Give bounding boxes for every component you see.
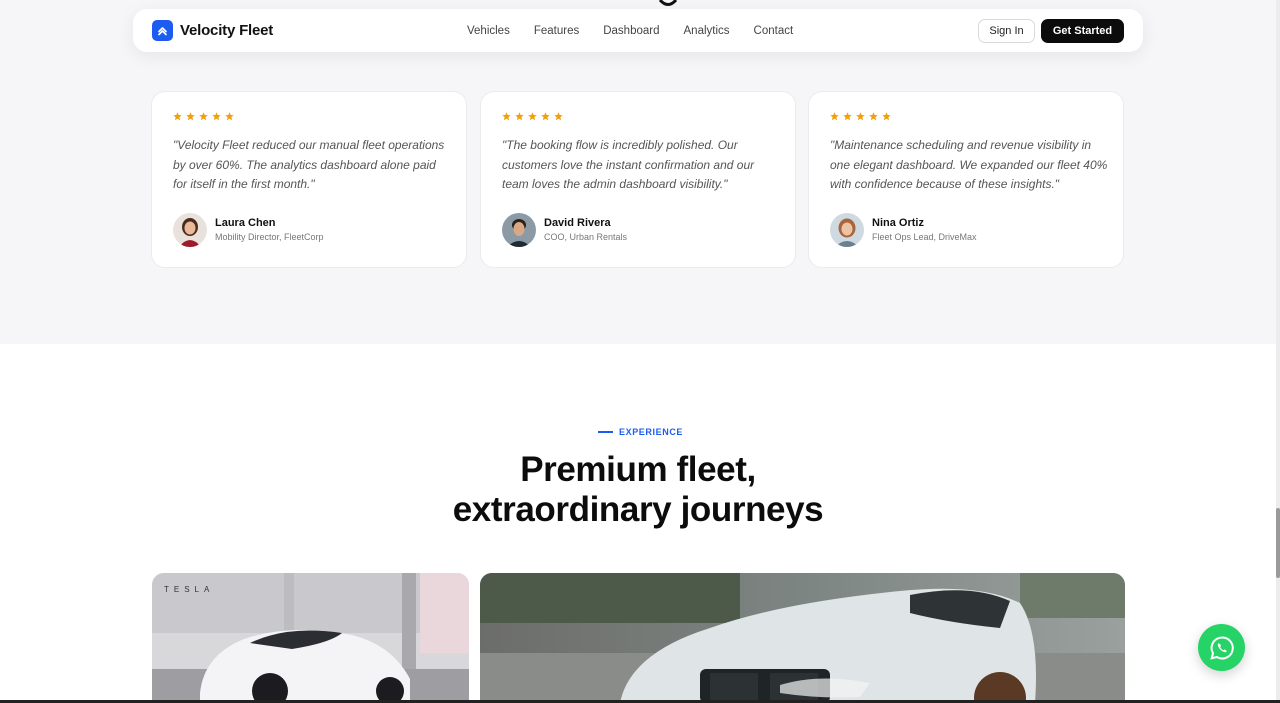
person-role: Mobility Director, FleetCorp (215, 232, 324, 242)
person-role: Fleet Ops Lead, DriveMax (872, 232, 977, 242)
eyebrow-label: EXPERIENCE (619, 427, 684, 437)
star-icon (541, 112, 550, 121)
star-icon (502, 112, 511, 121)
avatar (830, 213, 864, 247)
testimonial-quote: "Velocity Fleet reduced our manual fleet… (173, 138, 445, 192)
nav-link-dashboard[interactable]: Dashboard (603, 25, 659, 37)
testimonial-card: "Velocity Fleet reduced our manual fleet… (151, 91, 467, 268)
gallery-photo-white-sports-car[interactable]: TESLA (152, 573, 469, 703)
nav-links: Vehicles Features Dashboard Analytics Co… (467, 9, 817, 52)
person-role: COO, Urban Rentals (544, 232, 628, 242)
headline-line-1: Premium fleet, (520, 450, 756, 489)
scroll-hint-icon (658, 0, 678, 6)
star-icon (199, 112, 208, 121)
star-icon (843, 112, 852, 121)
scrollbar-track[interactable] (1276, 0, 1280, 703)
testimonial-quote: "The booking flow is incredibly polished… (502, 138, 755, 192)
star-icon (882, 112, 891, 121)
testimonial-quote: "Maintenance scheduling and revenue visi… (830, 138, 1108, 192)
person-name: Laura Chen (215, 217, 276, 229)
scrollbar-thumb[interactable] (1276, 508, 1280, 578)
section-title: Premium fleet, extraordinary journeys (340, 450, 936, 530)
nav-link-contact[interactable]: Contact (754, 25, 794, 37)
nav-link-analytics[interactable]: Analytics (684, 25, 730, 37)
star-icon (869, 112, 878, 121)
star-icon (225, 112, 234, 121)
whatsapp-chat-button[interactable] (1198, 624, 1245, 671)
whatsapp-icon (1209, 635, 1234, 660)
star-icon (515, 112, 524, 121)
testimonial-card: "The booking flow is incredibly polished… (480, 91, 796, 268)
star-icon (528, 112, 537, 121)
star-icon (856, 112, 865, 121)
star-icon (212, 112, 221, 121)
avatar (502, 213, 536, 247)
nav-link-vehicles[interactable]: Vehicles (467, 25, 510, 37)
star-icon (186, 112, 195, 121)
star-rating (173, 112, 238, 121)
headline-line-2: extraordinary journeys (452, 490, 824, 529)
navbar: Velocity Fleet Vehicles Features Dashboa… (133, 9, 1143, 52)
star-rating (502, 112, 567, 121)
star-icon (554, 112, 563, 121)
brand[interactable]: Velocity Fleet (152, 20, 273, 41)
person-name: Nina Ortiz (872, 217, 924, 229)
star-icon (830, 112, 839, 121)
get-started-button[interactable]: Get Started (1041, 19, 1124, 43)
avatar (173, 213, 207, 247)
star-rating (830, 112, 895, 121)
brand-logo-icon (152, 20, 173, 41)
gallery-photo-bmw-sedan[interactable] (480, 573, 1125, 703)
brand-name: Velocity Fleet (180, 22, 274, 39)
star-icon (173, 112, 182, 121)
person-name: David Rivera (544, 217, 611, 229)
section-eyebrow: EXPERIENCE (598, 427, 683, 437)
testimonial-card: "Maintenance scheduling and revenue visi… (808, 91, 1124, 268)
tesla-sign: TESLA (164, 585, 214, 594)
nav-link-features[interactable]: Features (534, 25, 579, 37)
sign-in-button[interactable]: Sign In (978, 19, 1035, 43)
eyebrow-line (598, 431, 613, 433)
